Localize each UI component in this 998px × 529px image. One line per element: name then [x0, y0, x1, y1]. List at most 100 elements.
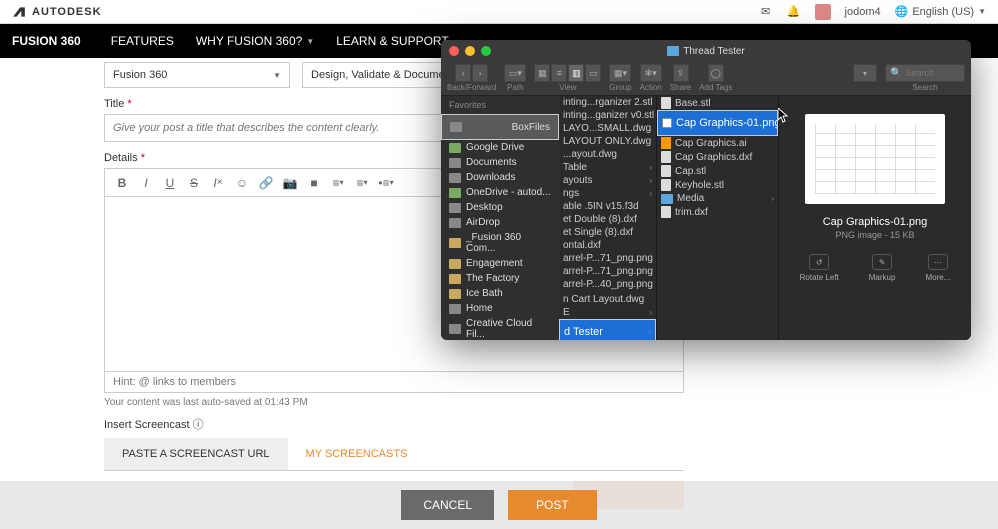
finder-search-input[interactable] [905, 68, 960, 78]
autodesk-logo[interactable]: AUTODESK [12, 5, 102, 19]
tab-my-screencasts[interactable]: MY SCREENCASTS [288, 438, 426, 470]
file-item[interactable]: n Cart Layout.dwg [559, 293, 656, 306]
file-item[interactable]: d Tester› [559, 319, 656, 340]
mail-icon[interactable]: ✉ [759, 5, 773, 19]
avatar-icon[interactable] [815, 4, 831, 20]
clear-format-button[interactable]: I× [207, 173, 229, 193]
chevron-right-icon: › [649, 176, 652, 185]
action-button[interactable]: ✻▾ [640, 64, 662, 82]
nav-features[interactable]: FEATURES [111, 34, 174, 48]
username[interactable]: jodom4 [845, 6, 881, 18]
chevron-right-icon: › [771, 194, 774, 203]
folder-icon [449, 203, 461, 213]
file-item[interactable]: inting...ganizer v0.stl [559, 109, 656, 122]
file-item[interactable]: Base.stl [657, 96, 778, 110]
forward-button[interactable]: › [472, 64, 488, 82]
file-item[interactable]: Cap Graphics.dxf [657, 150, 778, 164]
sidebar-item[interactable]: Google Drive [441, 140, 559, 155]
finder-select[interactable]: ▾ [853, 64, 877, 82]
file-item[interactable]: et Single (8).dxf [559, 226, 656, 239]
sidebar-item[interactable]: Desktop [441, 200, 559, 215]
product-name[interactable]: FUSION 360 [12, 34, 81, 48]
language-selector[interactable]: 🌐 English (US) ▼ [895, 5, 986, 18]
emoji-button[interactable]: ☺ [231, 173, 253, 193]
finder-preview-pane: Cap Graphics-01.png PNG image - 15 KB ↺R… [779, 96, 971, 340]
file-item[interactable]: arrel-P...40_png.png [559, 278, 656, 291]
strike-button[interactable]: S [183, 173, 205, 193]
video-button[interactable]: ■ [303, 173, 325, 193]
back-button[interactable]: ‹ [455, 64, 471, 82]
group-button[interactable]: ▦▾ [609, 64, 631, 82]
category-select[interactable]: Fusion 360 ▼ [104, 62, 290, 88]
finder-titlebar[interactable]: Thread Tester [441, 40, 971, 62]
more-button[interactable]: ⋯More... [925, 254, 950, 282]
file-item[interactable]: inting...rganizer 2.stl [559, 96, 656, 109]
view-gallery-button[interactable]: ▭ [585, 64, 601, 82]
ol-button[interactable]: ≡▾ [327, 173, 349, 193]
italic-button[interactable]: I [135, 173, 157, 193]
file-item[interactable]: arrel-P...71_png.png [559, 265, 656, 278]
file-item[interactable]: et Double (8).dxf [559, 213, 656, 226]
image-button[interactable]: 📷 [279, 173, 301, 193]
view-icon-button[interactable]: ▦ [534, 64, 550, 82]
sidebar-item[interactable]: Home [441, 301, 559, 316]
sidebar-item[interactable]: Documents [441, 155, 559, 170]
finder-search[interactable]: 🔍 [885, 64, 965, 82]
sidebar-item[interactable]: Creative Cloud Fil... [441, 316, 559, 340]
file-item[interactable]: Keyhole.stl [657, 178, 778, 192]
file-item[interactable]: Cap.stl [657, 164, 778, 178]
sidebar-item[interactable]: Downloads [441, 170, 559, 185]
folder-icon [449, 259, 461, 269]
finder-sidebar: Favorites BoxFilesGoogle DriveDocumentsD… [441, 96, 559, 340]
view-list-button[interactable]: ≡ [551, 64, 567, 82]
markup-button[interactable]: ✎Markup [869, 254, 896, 282]
nav-learn[interactable]: LEARN & SUPPORT [336, 34, 448, 48]
sidebar-item[interactable]: _Fusion 360 Com... [441, 230, 559, 256]
bold-button[interactable]: B [111, 173, 133, 193]
folder-icon [667, 46, 679, 56]
indent-button[interactable]: ≡▾ [351, 173, 373, 193]
file-item[interactable]: ...ayout.dwg [559, 148, 656, 161]
file-item[interactable]: ontal.dxf [559, 239, 656, 252]
file-item[interactable]: able .5IN v15.f3d [559, 200, 656, 213]
tab-paste-url[interactable]: PASTE A SCREENCAST URL [104, 438, 288, 470]
file-item[interactable]: Media› [657, 192, 778, 205]
path-button[interactable]: ▭▾ [504, 64, 526, 82]
help-icon[interactable]: ⓘ [193, 419, 204, 431]
file-item[interactable]: ngs› [559, 187, 656, 200]
tags-button[interactable]: ◯ [708, 64, 724, 82]
ul-button[interactable]: •≡▾ [375, 173, 397, 193]
bell-icon[interactable]: 🔔 [787, 5, 801, 19]
post-button[interactable]: POST [508, 490, 597, 520]
file-item[interactable]: trim.dxf [657, 205, 778, 219]
file-item[interactable]: Cap Graphics-01.png [657, 110, 778, 136]
file-item[interactable]: Cap Graphics.ai [657, 136, 778, 150]
folder-icon [449, 188, 461, 198]
sidebar-item[interactable]: Engagement [441, 256, 559, 271]
finder-column-1: inting...rganizer 2.stlinting...ganizer … [559, 96, 657, 340]
file-icon [661, 179, 671, 191]
folder-icon [449, 238, 461, 248]
file-item[interactable]: LAYO...SMALL.dwg [559, 122, 656, 135]
file-icon [661, 151, 671, 163]
sidebar-item[interactable]: Ice Bath [441, 286, 559, 301]
underline-button[interactable]: U [159, 173, 181, 193]
view-column-button[interactable]: ▥ [568, 64, 584, 82]
file-item[interactable]: arrel-P...71_png.png [559, 252, 656, 265]
cancel-button[interactable]: CANCEL [401, 490, 494, 520]
folder-icon [449, 304, 461, 314]
nav-why[interactable]: WHY FUSION 360?▼ [196, 34, 314, 48]
file-item[interactable]: ayouts› [559, 174, 656, 187]
sidebar-item[interactable]: OneDrive - autod... [441, 185, 559, 200]
file-icon [661, 206, 671, 218]
chevron-right-icon: › [649, 308, 652, 317]
share-button[interactable]: ⇪ [673, 64, 689, 82]
sidebar-item[interactable]: BoxFiles [441, 114, 559, 140]
sidebar-item[interactable]: AirDrop [441, 215, 559, 230]
file-item[interactable]: LAYOUT ONLY.dwg [559, 135, 656, 148]
link-button[interactable]: 🔗 [255, 173, 277, 193]
file-item[interactable]: Table› [559, 161, 656, 174]
sidebar-item[interactable]: The Factory [441, 271, 559, 286]
rotate-left-button[interactable]: ↺Rotate Left [800, 254, 839, 282]
file-item[interactable]: E› [559, 306, 656, 319]
